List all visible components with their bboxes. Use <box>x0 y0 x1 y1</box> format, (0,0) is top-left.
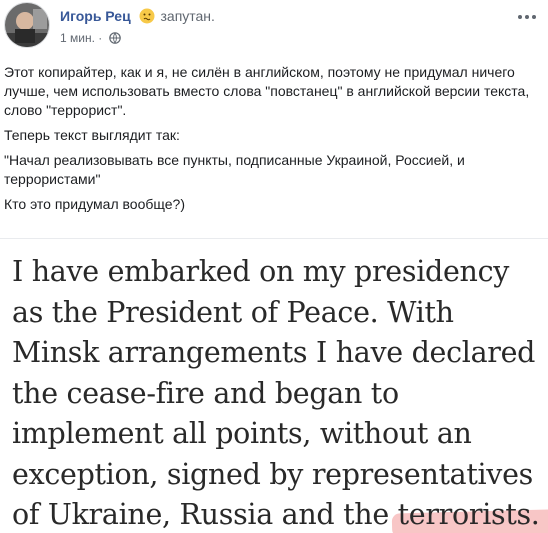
globe-icon[interactable] <box>108 32 121 44</box>
more-options-icon[interactable] <box>516 10 538 22</box>
quote-text: I have embarked on my presidency as the … <box>12 252 542 533</box>
post-paragraph: Теперь текст выглядит так: <box>4 127 180 143</box>
avatar[interactable] <box>4 2 50 48</box>
post-paragraph: Этот копирайтер, как и я, не силён в анг… <box>4 64 530 118</box>
post-meta: 1 мин. · <box>60 31 121 45</box>
post-header: Игорь Рец запутан. 1 мин. · <box>0 0 548 60</box>
post-text: Этот копирайтер, как и я, не силён в анг… <box>4 63 539 220</box>
feeling-text: запутан. <box>160 8 215 24</box>
highlighted-word: terrorists. <box>397 498 540 531</box>
quote-main: I have embarked on my presidency as the … <box>12 255 536 531</box>
name-line: Игорь Рец запутан. <box>60 8 215 24</box>
timestamp[interactable]: 1 мин. <box>60 31 95 45</box>
post-paragraph: "Начал реализовывать все пункты, подписа… <box>4 152 465 187</box>
author-name[interactable]: Игорь Рец <box>60 8 131 24</box>
post-paragraph: Кто это придумал вообще?) <box>4 196 185 212</box>
post-image[interactable]: I have embarked on my presidency as the … <box>0 238 548 533</box>
confused-face-icon <box>139 8 155 24</box>
